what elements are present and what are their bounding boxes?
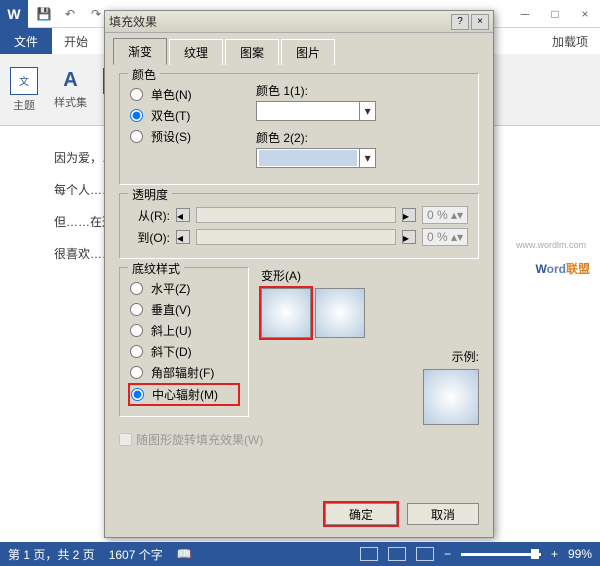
tab-gradient[interactable]: 渐变 [113,38,167,65]
slider-left-icon[interactable]: ◂ [176,208,190,222]
radio-horizontal[interactable]: 水平(Z) [130,280,238,297]
dialog-close-button[interactable]: × [471,14,489,30]
to-slider[interactable] [196,229,396,245]
minimize-button[interactable]: ─ [510,4,540,24]
slider-left-icon[interactable]: ◂ [176,230,190,244]
ok-button[interactable]: 确定 [325,503,397,525]
variant-1[interactable] [261,288,311,338]
radio-diag-down[interactable]: 斜下(D) [130,343,238,360]
radio-from-corner[interactable]: 角部辐射(F) [130,364,238,381]
help-button[interactable]: ? [451,14,469,30]
color2-select[interactable]: ▾ [256,148,376,168]
to-label: 到(O): [130,229,170,246]
slider-right-icon[interactable]: ▸ [402,208,416,222]
zoom-slider[interactable] [461,553,541,556]
theme-icon: 文 [10,67,38,95]
style-fieldset: 底纹样式 水平(Z) 垂直(V) 斜上(U) 斜下(D) 角部辐射(F) 中心辐… [119,267,249,417]
radio-single-color[interactable]: 单色(N) [130,86,240,103]
color1-label: 颜色 1(1): [256,82,468,99]
page-status: 第 1 页，共 2 页 [8,546,95,563]
fill-effects-dialog: 填充效果 ? × 渐变 纹理 图案 图片 颜色 单色(N) 双色(T) 预设(S… [104,10,494,538]
maximize-button[interactable]: □ [540,4,570,24]
styleset-icon: A [63,69,77,92]
styleset-group[interactable]: A 样式集 [50,65,91,114]
cancel-button[interactable]: 取消 [407,503,479,525]
slider-right-icon[interactable]: ▸ [402,230,416,244]
view-print-icon[interactable] [388,547,406,561]
status-bar: 第 1 页，共 2 页 1607 个字 📖 − + 99% [0,542,600,566]
color1-select[interactable]: ▾ [256,101,376,121]
chevron-down-icon: ▾ [359,149,375,167]
transparency-fieldset: 透明度 从(R): ◂ ▸ 0 %▴▾ 到(O): ◂ ▸ 0 %▴▾ [119,193,479,259]
close-button[interactable]: × [570,4,600,24]
from-label: 从(R): [130,207,170,224]
sample-swatch [423,369,479,425]
view-read-icon[interactable] [360,547,378,561]
from-slider[interactable] [196,207,396,223]
view-web-icon[interactable] [416,547,434,561]
color-fieldset: 颜色 单色(N) 双色(T) 预设(S) 颜色 1(1): ▾ 颜色 2(2):… [119,73,479,185]
radio-two-color[interactable]: 双色(T) [130,107,240,124]
sample-label: 示例: [261,348,479,365]
file-tab[interactable]: 文件 [0,28,52,54]
word-icon: W [0,0,28,28]
dialog-title: 填充效果 [109,13,449,30]
redo-icon[interactable]: ↷ [86,4,106,24]
tab-picture[interactable]: 图片 [281,39,335,65]
color-legend: 颜色 [128,66,160,83]
tab-pattern[interactable]: 图案 [225,39,279,65]
save-icon[interactable]: 💾 [34,4,54,24]
radio-preset[interactable]: 预设(S) [130,128,240,145]
radio-vertical[interactable]: 垂直(V) [130,301,238,318]
watermark-logo: Word联盟 [536,248,590,280]
word-count: 1607 个字 [109,546,163,563]
radio-diag-up[interactable]: 斜上(U) [130,322,238,339]
spellcheck-icon[interactable]: 📖 [177,547,192,561]
undo-icon[interactable]: ↶ [60,4,80,24]
tab-addins[interactable]: 加载项 [540,27,600,56]
to-percent[interactable]: 0 %▴▾ [422,228,468,246]
tab-home[interactable]: 开始 [52,27,100,56]
theme-group[interactable]: 文 主题 [6,63,42,117]
tab-texture[interactable]: 纹理 [169,39,223,65]
from-percent[interactable]: 0 %▴▾ [422,206,468,224]
zoom-in-icon[interactable]: + [551,547,558,561]
rotate-checkbox: 随图形旋转填充效果(W) [119,431,479,448]
zoom-level[interactable]: 99% [568,547,592,561]
styleset-label: 样式集 [54,94,87,110]
zoom-out-icon[interactable]: − [444,547,451,561]
color2-label: 颜色 2(2): [256,129,468,146]
variant-2[interactable] [315,288,365,338]
variants-label: 变形(A) [261,267,479,284]
radio-from-center[interactable]: 中心辐射(M) [130,385,238,404]
theme-label: 主题 [13,97,35,113]
style-legend: 底纹样式 [128,260,184,277]
transparency-legend: 透明度 [128,186,172,203]
chevron-down-icon: ▾ [359,102,375,120]
